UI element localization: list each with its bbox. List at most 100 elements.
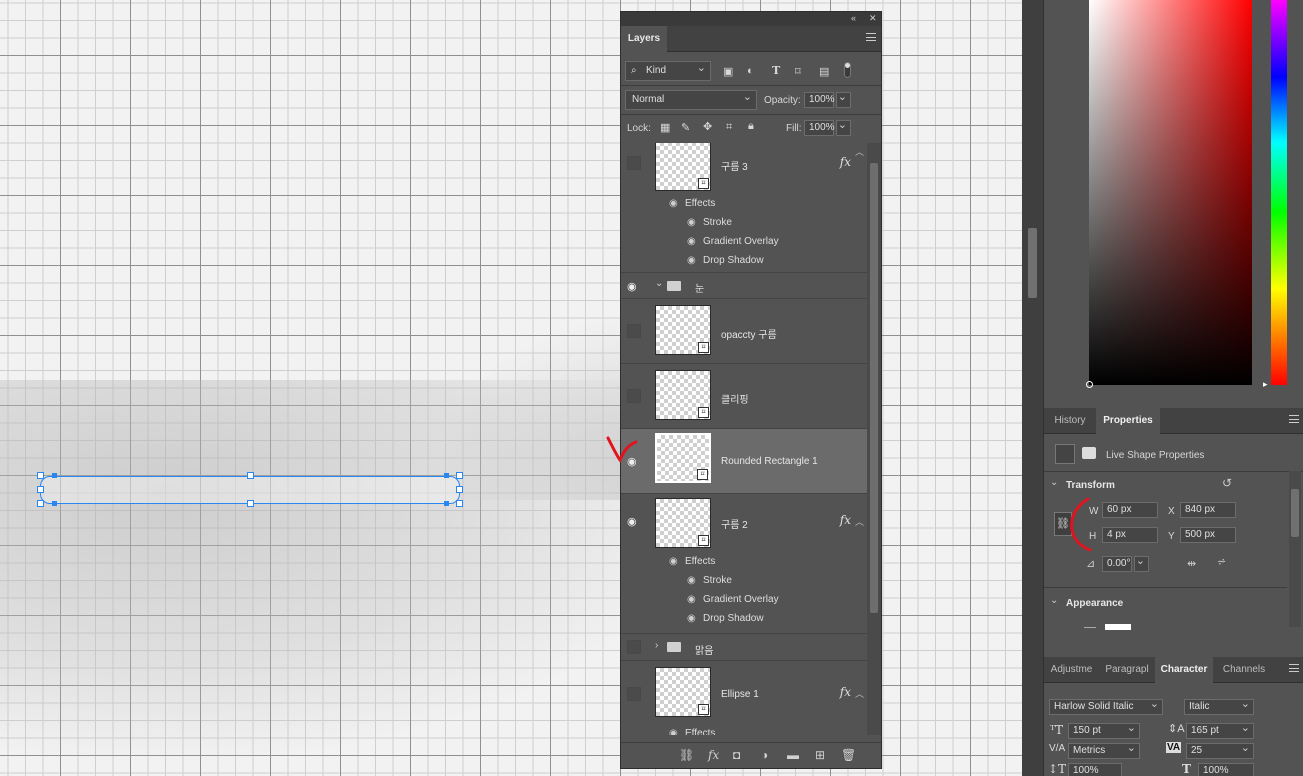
layer-name[interactable]: 구름 2 xyxy=(721,516,748,531)
horizontal-scale-field[interactable]: 100% xyxy=(1198,763,1254,776)
eye-icon[interactable]: ◉ xyxy=(687,594,700,605)
handle-bottom-center[interactable] xyxy=(247,500,254,507)
panel-menu-icon[interactable] xyxy=(1289,415,1299,423)
handle-top-right-radius[interactable] xyxy=(444,473,449,478)
new-group-icon[interactable]: ▬ xyxy=(787,748,799,762)
width-field[interactable]: 60 px xyxy=(1102,502,1158,518)
new-adjustment-icon[interactable]: ◑ xyxy=(761,748,768,762)
layer-group-row[interactable]: ◉ ⌄ 눈 xyxy=(621,273,867,299)
eye-icon[interactable]: ◉ xyxy=(687,217,700,228)
fill-dropdown[interactable] xyxy=(836,118,851,136)
layer-name[interactable]: Rounded Rectangle 1 xyxy=(721,456,818,467)
layers-scrollbar-thumb[interactable] xyxy=(870,163,878,613)
adjustment-filter-icon[interactable]: ◐ xyxy=(747,65,754,77)
effects-row[interactable]: ◉ Effects xyxy=(669,198,715,209)
tab-paragraph[interactable]: Paragrapl xyxy=(1100,657,1154,683)
fill-swatch[interactable] xyxy=(1105,624,1131,630)
font-style-dropdown[interactable]: Italic xyxy=(1184,697,1254,715)
fx-icon[interactable]: fx xyxy=(840,513,851,527)
properties-scrollbar-thumb[interactable] xyxy=(1291,489,1299,537)
panel-menu-icon[interactable] xyxy=(866,33,876,41)
collapse-effects-icon[interactable]: ︿ xyxy=(855,145,864,158)
close-icon[interactable]: ✕ xyxy=(869,13,877,24)
delete-layer-icon[interactable]: 🗑︎ xyxy=(841,748,856,762)
font-size-field[interactable]: 150 pt xyxy=(1068,721,1140,739)
tab-layers[interactable]: Layers xyxy=(621,26,667,52)
appearance-collapse-icon[interactable]: ⌄ xyxy=(1050,595,1058,606)
eye-icon[interactable]: ◉ xyxy=(669,728,682,735)
effects-row[interactable]: ◉ Effects xyxy=(669,556,715,567)
handle-top-center[interactable] xyxy=(247,472,254,479)
panel-menu-icon[interactable] xyxy=(1289,664,1299,672)
lock-artboard-icon[interactable]: ⌗ xyxy=(726,121,732,134)
hue-slider-handle[interactable]: ▸ xyxy=(1263,379,1268,390)
opacity-dropdown[interactable] xyxy=(836,90,851,108)
layer-row[interactable]: ⌑ opaccty 구름 xyxy=(621,299,867,364)
collapse-icon[interactable]: « xyxy=(851,13,856,23)
layer-row[interactable]: ◉ ⌑ 구름 2 fx ︿ ◉ Effects ◉ Stroke ◉ Gradient… xyxy=(621,494,867,634)
x-field[interactable]: 840 px xyxy=(1180,502,1236,518)
effect-stroke[interactable]: ◉ Stroke xyxy=(687,217,732,228)
effect-gradient-overlay[interactable]: ◉ Gradient Overlay xyxy=(687,594,779,605)
tab-history[interactable]: History xyxy=(1044,408,1096,434)
mask-properties-icon[interactable] xyxy=(1082,447,1096,459)
lock-position-icon[interactable]: ✥ xyxy=(703,120,712,133)
visibility-toggle[interactable] xyxy=(627,640,641,654)
visibility-toggle[interactable] xyxy=(627,687,641,701)
handle-middle-right[interactable] xyxy=(456,486,463,493)
lock-brush-icon[interactable]: ✎ xyxy=(681,121,690,134)
smart-object-filter-icon[interactable]: ▤ xyxy=(819,65,829,78)
eye-icon[interactable]: ◉ xyxy=(627,280,643,293)
flip-horizontal-icon[interactable]: ⇹ xyxy=(1187,557,1196,570)
vertical-scale-field[interactable]: 100% xyxy=(1068,763,1122,776)
layer-name[interactable]: 클리핑 xyxy=(721,391,749,406)
color-picker-field[interactable] xyxy=(1086,0,1252,388)
eye-icon[interactable]: ◉ xyxy=(687,613,700,624)
filter-toggle-icon[interactable] xyxy=(844,62,851,78)
handle-top-left[interactable] xyxy=(37,472,44,479)
layer-row[interactable]: ⌑ Ellipse 1 fx ︿ ◉ Effects xyxy=(621,661,867,735)
layer-name[interactable]: opaccty 구름 xyxy=(721,326,777,341)
properties-scrollbar[interactable] xyxy=(1289,471,1301,627)
visibility-toggle[interactable] xyxy=(627,389,641,403)
eye-icon[interactable]: ◉ xyxy=(687,255,700,266)
kerning-field[interactable]: Metrics xyxy=(1068,741,1140,759)
handle-top-right[interactable] xyxy=(456,472,463,479)
layer-list[interactable]: ⌑ 구름 3 fx ︿ ◉ Effects ◉ Stroke ◉ Gradient O… xyxy=(621,143,867,735)
flip-vertical-icon[interactable]: ⩫ xyxy=(1217,555,1226,568)
fx-icon[interactable]: fx xyxy=(840,155,851,169)
visibility-toggle[interactable] xyxy=(627,156,641,170)
type-filter-icon[interactable]: T xyxy=(772,64,780,77)
angle-field[interactable]: 0.00° xyxy=(1102,556,1132,572)
height-field[interactable]: 4 px xyxy=(1102,527,1158,543)
layer-name[interactable]: 구름 3 xyxy=(721,158,748,173)
layer-name[interactable]: Ellipse 1 xyxy=(721,689,759,700)
handle-bottom-right[interactable] xyxy=(456,500,463,507)
collapse-effects-icon[interactable]: ︿ xyxy=(855,515,864,528)
add-mask-icon[interactable]: ◘ xyxy=(733,748,740,762)
layer-name[interactable]: 맑음 xyxy=(695,642,713,657)
tab-properties[interactable]: Properties xyxy=(1096,408,1160,434)
effect-gradient-overlay[interactable]: ◉ Gradient Overlay xyxy=(687,236,779,247)
y-field[interactable]: 500 px xyxy=(1180,527,1236,543)
shape-filter-icon[interactable]: ⌑ xyxy=(795,65,801,78)
eye-icon[interactable]: ◉ xyxy=(669,198,682,209)
effect-drop-shadow[interactable]: ◉ Drop Shadow xyxy=(687,255,764,266)
group-expand-icon[interactable]: › xyxy=(655,640,658,651)
tab-character[interactable]: Character xyxy=(1155,657,1213,683)
handle-bottom-right-radius[interactable] xyxy=(444,501,449,506)
layer-name[interactable]: 눈 xyxy=(695,280,704,295)
handle-bottom-left[interactable] xyxy=(37,500,44,507)
link-layers-icon[interactable]: ⛓ xyxy=(679,748,694,762)
effect-stroke[interactable]: ◉ Stroke xyxy=(687,575,732,586)
lock-all-icon[interactable]: 🔒︎ xyxy=(748,120,754,133)
group-expand-icon[interactable]: ⌄ xyxy=(655,278,663,289)
filter-kind-dropdown[interactable]: ⌕ Kind xyxy=(625,59,711,81)
visibility-toggle[interactable] xyxy=(627,324,641,338)
effect-drop-shadow[interactable]: ◉ Drop Shadow xyxy=(687,613,764,624)
dock-scroll-handle[interactable] xyxy=(1028,228,1037,298)
layer-group-row[interactable]: › 맑음 xyxy=(621,634,867,661)
add-style-icon[interactable]: fx xyxy=(708,748,719,762)
fill-field[interactable]: 100% xyxy=(804,120,835,136)
handle-middle-left[interactable] xyxy=(37,486,44,493)
